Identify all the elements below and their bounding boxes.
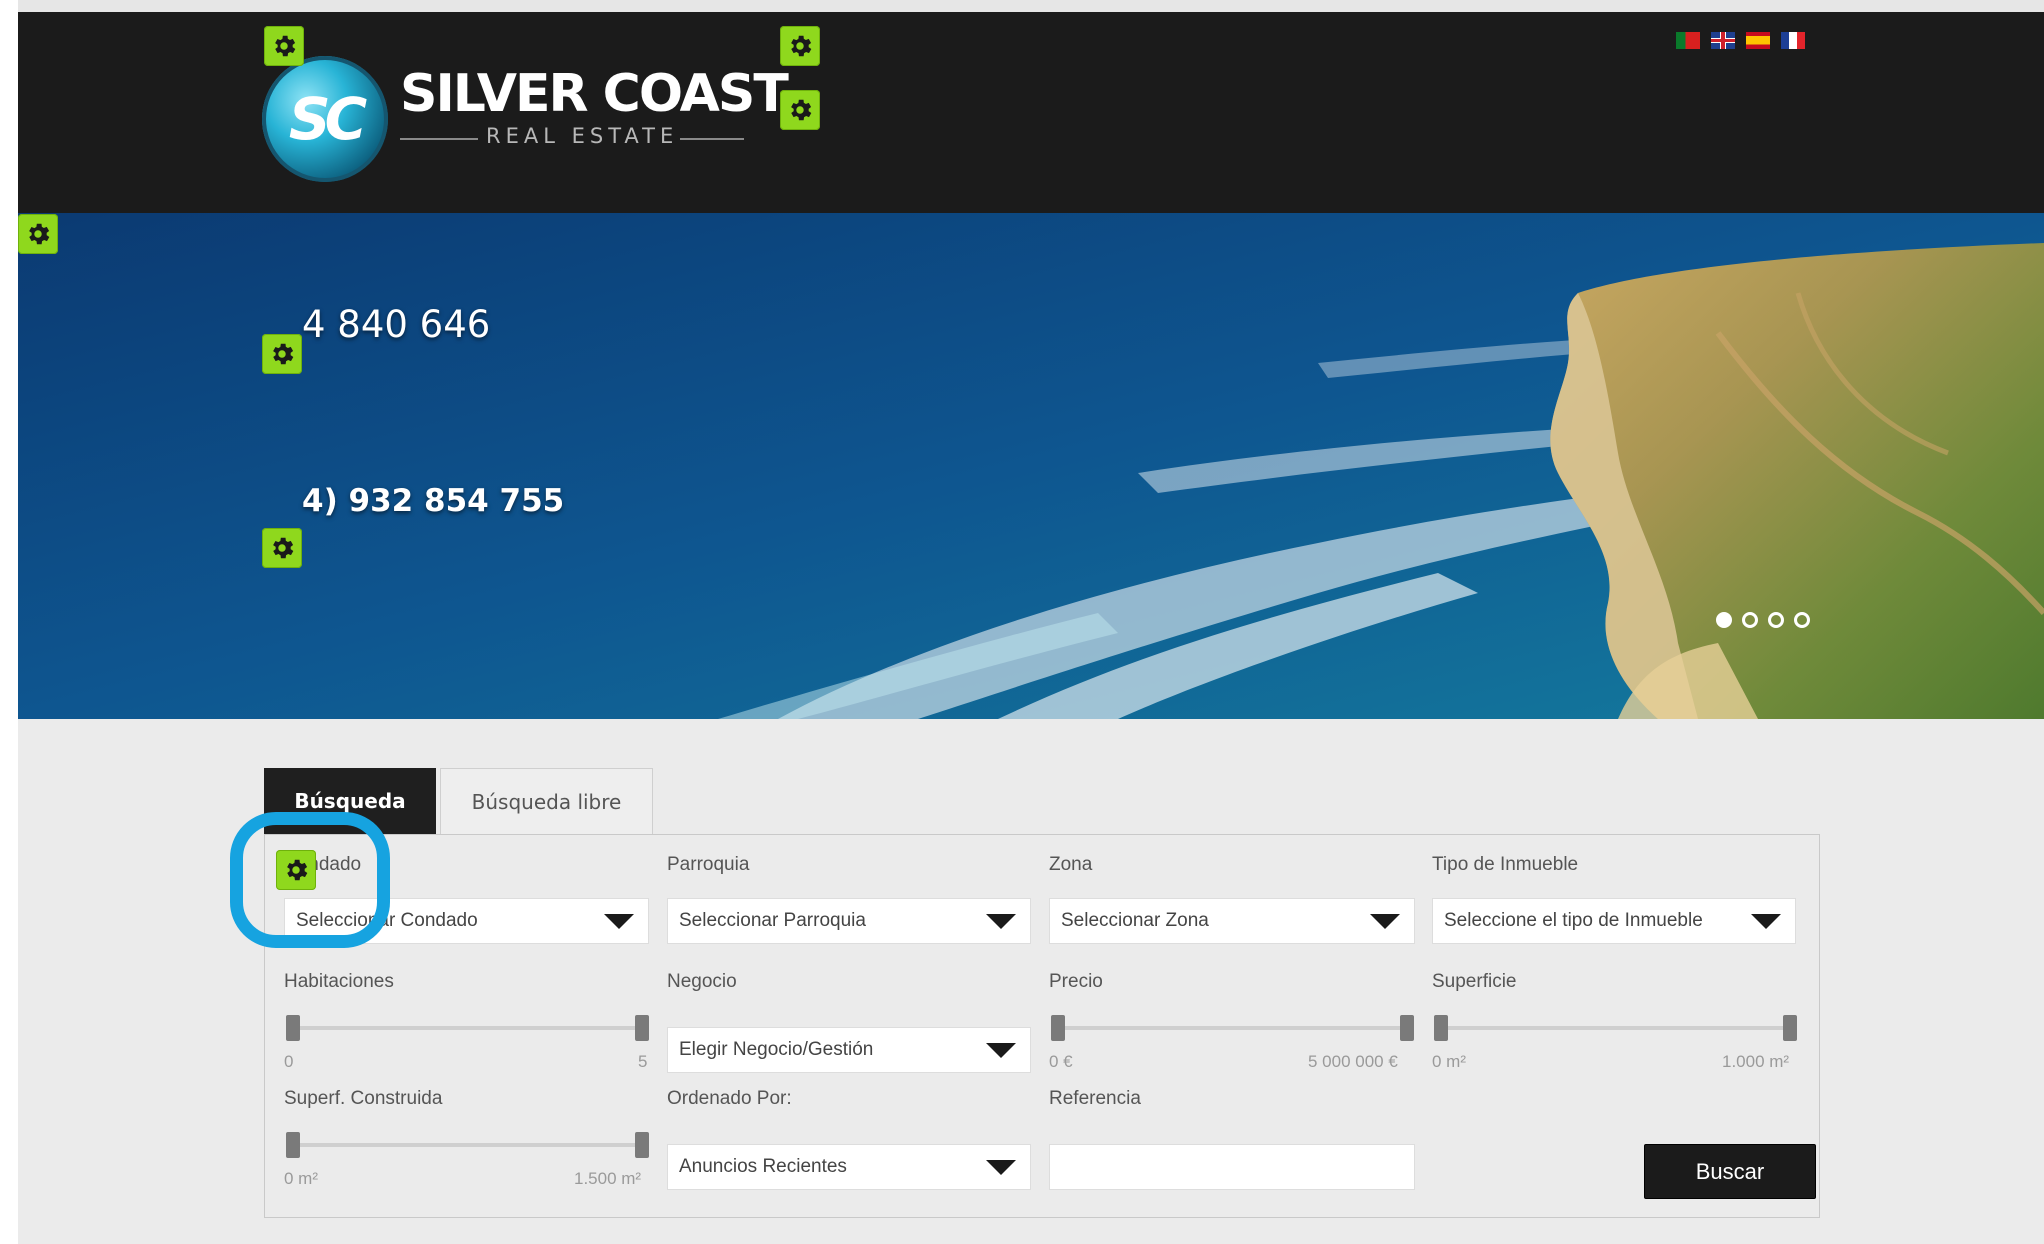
tipo-inmueble-select[interactable]: Seleccione el tipo de Inmueble [1432, 898, 1796, 944]
label-ordenado-por: Ordenado Por: [667, 1088, 792, 1109]
superficie-max-value: 1.000 m² [1722, 1052, 1790, 1071]
brand-divider-right [680, 138, 744, 140]
habitaciones-min-handle[interactable] [286, 1015, 300, 1041]
chevron-down-icon [604, 914, 634, 929]
gear-icon[interactable] [780, 26, 820, 66]
buscar-button[interactable]: Buscar [1644, 1144, 1816, 1199]
chevron-down-icon [986, 1160, 1016, 1175]
precio-slider-track [1057, 1026, 1409, 1030]
habitaciones-slider-track [292, 1026, 644, 1030]
zona-select[interactable]: Seleccionar Zona [1049, 898, 1415, 944]
slide-dot-4[interactable] [1794, 612, 1810, 628]
slide-dot-3[interactable] [1768, 612, 1784, 628]
negocio-value: Elegir Negocio/Gestión [679, 1039, 874, 1060]
label-negocio: Negocio [667, 971, 737, 992]
gear-icon[interactable] [264, 26, 304, 66]
top-border [18, 0, 2044, 12]
gear-icon[interactable] [262, 528, 302, 568]
brand-subtitle: REAL ESTATE [486, 124, 679, 148]
hero-banner: 4 840 646 4) 932 854 755 [18, 213, 2044, 719]
ordenado-por-value: Anuncios Recientes [679, 1156, 847, 1177]
slide-dot-2[interactable] [1742, 612, 1758, 628]
phone-number-2: 4) 932 854 755 [302, 483, 565, 519]
label-referencia: Referencia [1049, 1088, 1141, 1109]
gear-icon[interactable] [262, 334, 302, 374]
negocio-select[interactable]: Elegir Negocio/Gestión [667, 1027, 1031, 1073]
label-parroquia: Parroquia [667, 854, 750, 875]
superf-construida-min-handle[interactable] [286, 1132, 300, 1158]
precio-min-handle[interactable] [1051, 1015, 1065, 1041]
precio-max-handle[interactable] [1400, 1015, 1414, 1041]
gear-icon[interactable] [780, 90, 820, 130]
referencia-input[interactable] [1049, 1144, 1415, 1190]
label-precio: Precio [1049, 971, 1103, 992]
precio-min-value: 0 € [1049, 1052, 1073, 1071]
chevron-down-icon [986, 1043, 1016, 1058]
label-habitaciones: Habitaciones [284, 971, 394, 992]
flag-pt-icon[interactable] [1676, 32, 1700, 49]
superf-construida-max-handle[interactable] [635, 1132, 649, 1158]
superficie-min-handle[interactable] [1434, 1015, 1448, 1041]
parroquia-select[interactable]: Seleccionar Parroquia [667, 898, 1031, 944]
superf-construida-max-value: 1.500 m² [574, 1169, 642, 1188]
zona-value: Seleccionar Zona [1061, 910, 1209, 931]
habitaciones-min-value: 0 [284, 1052, 294, 1071]
slider-pagination [1716, 612, 1810, 628]
label-zona: Zona [1049, 854, 1093, 875]
label-superf-construida: Superf. Construida [284, 1088, 443, 1109]
tab-busqueda-libre[interactable]: Búsqueda libre [440, 768, 653, 834]
parroquia-value: Seleccionar Parroquia [679, 910, 866, 931]
superficie-slider-track [1440, 1026, 1792, 1030]
superf-construida-slider-track [292, 1143, 644, 1147]
label-superficie: Superficie [1432, 971, 1517, 992]
brand-name: SILVER COAST [400, 64, 789, 124]
chevron-down-icon [986, 914, 1016, 929]
site-header: SC SILVER COAST REAL ESTATE [18, 12, 2044, 213]
habitaciones-max-value: 5 [638, 1052, 648, 1071]
flag-fr-icon[interactable] [1781, 32, 1805, 49]
habitaciones-max-handle[interactable] [635, 1015, 649, 1041]
superficie-max-handle[interactable] [1783, 1015, 1797, 1041]
slide-dot-1[interactable] [1716, 612, 1732, 628]
brand-initials: SC [288, 85, 367, 153]
precio-max-value: 5 000 000 € [1308, 1052, 1398, 1071]
brand-logo[interactable]: SC [262, 56, 388, 182]
tipo-inmueble-value: Seleccione el tipo de Inmueble [1444, 910, 1703, 931]
superf-construida-min-value: 0 m² [284, 1169, 318, 1188]
superficie-min-value: 0 m² [1432, 1052, 1466, 1071]
chevron-down-icon [1370, 914, 1400, 929]
flag-en-icon[interactable] [1711, 32, 1735, 49]
phone-number-1: 4 840 646 [302, 303, 491, 346]
highlight-ring [230, 812, 390, 948]
page: SC SILVER COAST REAL ESTATE 4 840 646 4)… [18, 12, 2044, 1244]
flag-es-icon[interactable] [1746, 32, 1770, 49]
brand-divider-left [400, 138, 478, 140]
coastline-image [18, 213, 2044, 719]
gear-icon[interactable] [18, 214, 58, 254]
chevron-down-icon [1751, 914, 1781, 929]
language-switcher [1676, 32, 1805, 49]
label-tipo-inmueble: Tipo de Inmueble [1432, 854, 1579, 875]
ordenado-por-select[interactable]: Anuncios Recientes [667, 1144, 1031, 1190]
